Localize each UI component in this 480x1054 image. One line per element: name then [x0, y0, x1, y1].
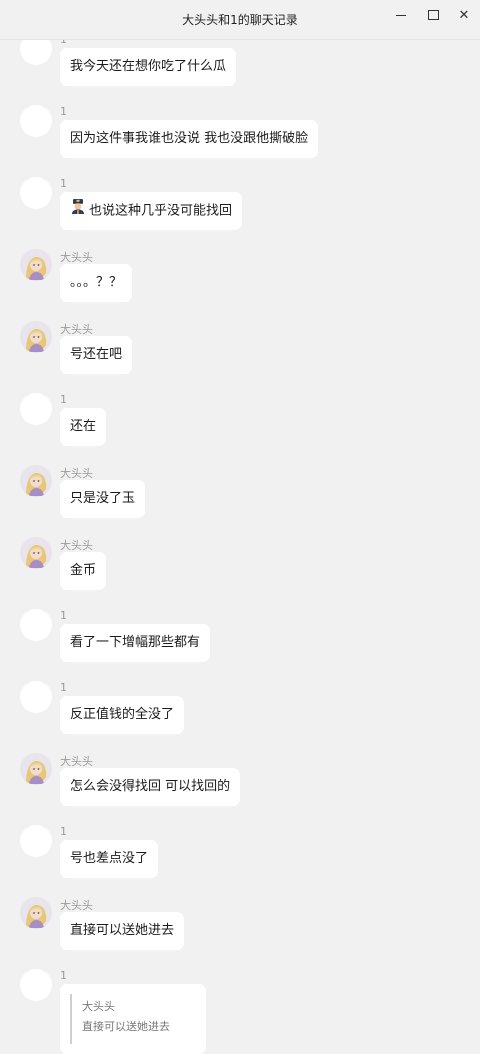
- police-officer-icon: [70, 192, 86, 230]
- quote-text: 直接可以送她进去: [82, 1020, 170, 1033]
- message-bubble[interactable]: 反正值钱的全没了: [60, 696, 185, 734]
- avatar[interactable]: [20, 465, 52, 497]
- sender-name: 1: [60, 969, 67, 982]
- sender-name: 大头头: [60, 539, 93, 552]
- message-text: 直接可以送她进去: [70, 923, 175, 938]
- sender-name: 大头头: [60, 251, 93, 264]
- close-icon[interactable]: ✕: [454, 8, 474, 23]
- sender-name: 1: [60, 105, 67, 118]
- avatar[interactable]: [20, 681, 52, 713]
- avatar[interactable]: [20, 897, 52, 929]
- message-bubble[interactable]: 还在: [60, 408, 107, 446]
- message-bubble[interactable]: 看了一下增幅那些都有: [60, 624, 211, 662]
- avatar[interactable]: [20, 321, 52, 353]
- message-bubble[interactable]: 只是没了玉: [60, 480, 146, 518]
- message-bubble[interactable]: 因为这件事我谁也没说 我也没跟他撕破脸: [60, 120, 319, 158]
- avatar[interactable]: [20, 249, 52, 281]
- message-text: 号也差点没了: [70, 851, 149, 866]
- message-bubble[interactable]: 。。。？？: [60, 264, 133, 302]
- message-bubble[interactable]: 我今天还在想你吃了什么瓜: [60, 48, 237, 86]
- message-text: 因为这件事我谁也没说 我也没跟他撕破脸: [70, 131, 309, 146]
- sender-name: 1: [60, 609, 67, 622]
- message-text: 还在: [70, 419, 97, 434]
- sender-name: 1: [60, 681, 67, 694]
- message-bubble[interactable]: 号也差点没了: [60, 840, 159, 878]
- avatar[interactable]: [20, 753, 52, 785]
- sender-name: 大头头: [60, 899, 93, 912]
- message-text: 只是没了玉: [70, 491, 136, 506]
- sender-name: 大头头: [60, 467, 93, 480]
- sender-name: 大头头: [60, 323, 93, 336]
- message-text: 看了一下增幅那些都有: [70, 635, 201, 650]
- message-text: 金币: [70, 563, 97, 578]
- avatar[interactable]: [20, 825, 52, 857]
- title-bar: 大头头和1的聊天记录 ✕: [0, 0, 480, 40]
- message-text: 号还在吧: [70, 347, 123, 362]
- message-text: 我今天还在想你吃了什么瓜: [70, 59, 227, 74]
- minimize-icon[interactable]: [391, 8, 411, 22]
- quote-bar: [70, 994, 72, 1044]
- maximize-icon[interactable]: [423, 8, 443, 22]
- quote-bubble[interactable]: 大头头直接可以送她进去: [60, 984, 206, 1054]
- avatar[interactable]: [20, 609, 52, 641]
- sender-name: 大头头: [60, 755, 93, 768]
- avatar[interactable]: [20, 537, 52, 569]
- sender-name: 1: [60, 825, 67, 838]
- sender-name: 1: [60, 393, 67, 406]
- avatar[interactable]: [20, 969, 52, 1001]
- avatar[interactable]: [20, 177, 52, 209]
- message-bubble[interactable]: 怎么会没得找回 可以找回的: [60, 768, 241, 806]
- quote-sender: 大头头: [82, 1000, 115, 1013]
- message-text: 怎么会没得找回 可以找回的: [70, 779, 231, 794]
- message-bubble[interactable]: 金币: [60, 552, 107, 590]
- message-text: 也说这种几乎没可能找回: [89, 203, 233, 219]
- message-bubble[interactable]: 也说这种几乎没可能找回: [60, 192, 243, 230]
- message-bubble[interactable]: 号还在吧: [60, 336, 133, 374]
- message-text: 。。。？？: [70, 275, 123, 290]
- message-text: 反正值钱的全没了: [70, 707, 175, 722]
- message-bubble[interactable]: 直接可以送她进去: [60, 912, 185, 950]
- avatar[interactable]: [20, 393, 52, 425]
- sender-name: 1: [60, 177, 67, 190]
- avatar[interactable]: [20, 105, 52, 137]
